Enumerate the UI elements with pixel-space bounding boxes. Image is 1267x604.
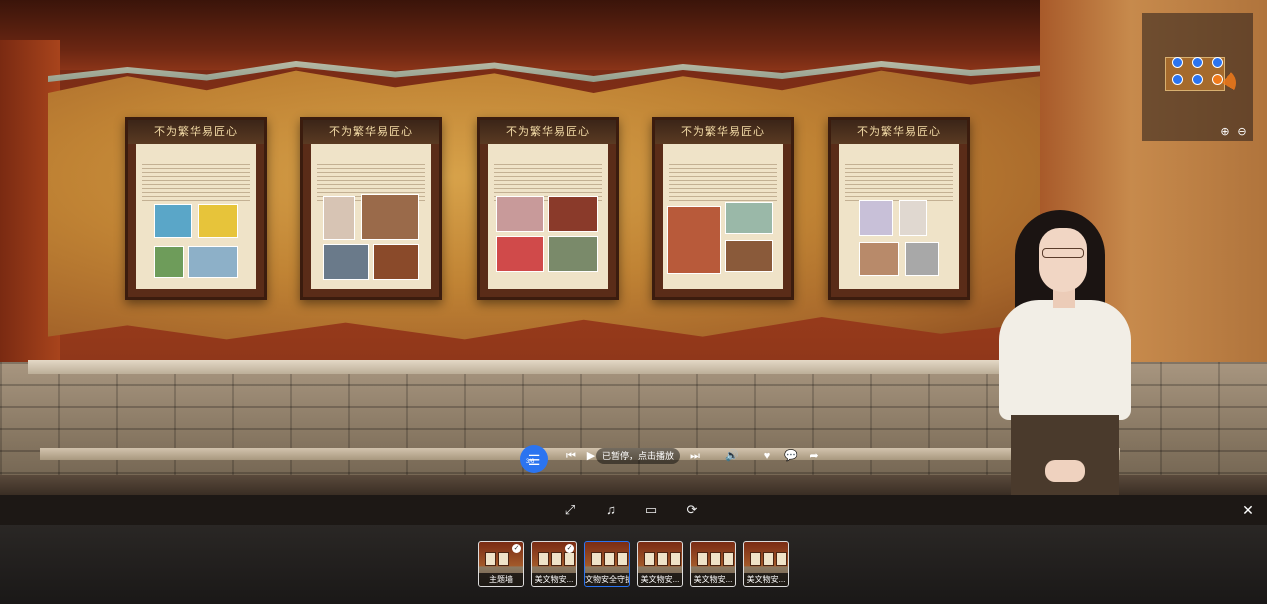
scene-thumbnail[interactable]: ✓ 美文物安...	[531, 541, 577, 587]
poster-photo	[154, 204, 192, 238]
scene-thumbnail-current[interactable]: 文物安全守护	[584, 541, 630, 587]
minimap-hotspot[interactable]	[1212, 57, 1223, 68]
minimap-hotspot[interactable]	[1192, 57, 1203, 68]
poster-paper	[311, 144, 431, 289]
skip-next-icon[interactable]: ⏭	[688, 445, 702, 467]
poster-photo	[859, 242, 899, 276]
panorama-scene[interactable]: 不为繁华易匠心 不为繁华易匠心 不为繁华易匠心 不为繁华易匠心 不为繁华易匠心 …	[0, 0, 1267, 495]
gyroscope-icon[interactable]: ⟳	[683, 501, 701, 519]
glasses	[1042, 248, 1084, 258]
stone-ledge	[28, 360, 1118, 374]
poster-paper	[839, 144, 959, 289]
poster-photo	[323, 196, 355, 240]
scene-thumbnail[interactable]: 美文物安...	[690, 541, 736, 587]
music-icon[interactable]: ♫	[602, 501, 620, 519]
scene-thumbnail[interactable]: ✓ 主题墙	[478, 541, 524, 587]
poster-photo	[859, 200, 893, 236]
exhibit-poster-1[interactable]: 不为繁华易匠心	[125, 117, 267, 300]
scene-thumbnail[interactable]: 美文物安...	[743, 541, 789, 587]
player-controls: ☰ 3/6 ⏮ ▶ 已暂停，点击播放 ⏭ 🔊 ♥ 💬 ➦	[520, 445, 830, 473]
poster-paper	[488, 144, 608, 289]
poster-photo	[548, 196, 598, 232]
poster-photo	[188, 246, 238, 278]
playback-status[interactable]: 已暂停，点击播放	[596, 448, 681, 464]
thumbnail-label: 文物安全守护	[585, 573, 629, 586]
thumbnail-label: 美文物安...	[691, 573, 735, 586]
minimap-hotspot[interactable]	[1172, 74, 1183, 85]
fullscreen-icon[interactable]: ⤢	[561, 501, 579, 519]
exhibit-poster-2[interactable]: 不为繁华易匠心	[300, 117, 442, 300]
poster-photo	[373, 244, 419, 280]
heart-icon[interactable]: ♥	[760, 445, 774, 467]
zoom-out-icon[interactable]: ⊖	[1235, 125, 1249, 139]
poster-photo	[154, 246, 184, 278]
visited-check-icon: ✓	[512, 544, 521, 553]
minimap-hotspot[interactable]	[1192, 74, 1203, 85]
scene-counter: 3/6	[526, 459, 535, 465]
poster-title: 不为繁华易匠心	[480, 120, 616, 144]
poster-photo	[323, 244, 369, 280]
minimap[interactable]: ⊕ ⊖	[1142, 13, 1253, 141]
poster-title: 不为繁华易匠心	[128, 120, 264, 144]
poster-photo	[496, 196, 544, 232]
share-icon[interactable]: ➦	[807, 445, 821, 467]
volume-icon[interactable]: 🔊	[724, 445, 740, 467]
comment-icon[interactable]: 💬	[784, 445, 798, 467]
skip-previous-icon[interactable]: ⏮	[564, 445, 578, 467]
poster-photo	[905, 242, 939, 276]
scene-thumbnail[interactable]: 美文物安...	[637, 541, 683, 587]
play-icon[interactable]: ▶	[586, 445, 596, 467]
visited-check-icon: ✓	[565, 544, 574, 553]
minimap-hotspot[interactable]	[1172, 57, 1183, 68]
poster-photo	[548, 236, 598, 272]
poster-photo	[725, 202, 773, 234]
poster-photo	[496, 236, 544, 272]
poster-photo	[198, 204, 238, 238]
list-icon[interactable]: ☰ 3/6	[520, 445, 548, 473]
thumbnail-label: 美文物安...	[638, 573, 682, 586]
poster-paper	[663, 144, 783, 289]
poster-title: 不为繁华易匠心	[655, 120, 791, 144]
close-icon[interactable]: ✕	[1239, 501, 1257, 519]
virtual-guide-avatar	[995, 210, 1137, 495]
view-toolbar: ⤢ ♫ ▭ ⟳ ✕	[0, 495, 1267, 525]
poster-photo	[361, 194, 419, 240]
thumbnail-label: 美文物安...	[532, 573, 576, 586]
poster-paper	[136, 144, 256, 289]
exhibit-poster-4[interactable]: 不为繁华易匠心	[652, 117, 794, 300]
zoom-in-icon[interactable]: ⊕	[1218, 125, 1232, 139]
thumbnail-label: 主题墙	[479, 573, 523, 586]
scene-thumbnail-bar: ✓ 主题墙 ✓ 美文物安... 文物安全守护 美文物安... 美文物安... 美…	[0, 525, 1267, 604]
minimap-current-position[interactable]	[1212, 74, 1223, 85]
view-direction-cone	[1208, 69, 1236, 97]
poster-title: 不为繁华易匠心	[303, 120, 439, 144]
poster-title: 不为繁华易匠心	[831, 120, 967, 144]
exhibit-poster-5[interactable]: 不为繁华易匠心	[828, 117, 970, 300]
thumbnail-label: 美文物安...	[744, 573, 788, 586]
vr-glasses-icon[interactable]: ▭	[642, 501, 660, 519]
poster-photo	[667, 206, 721, 274]
poster-photo	[725, 240, 773, 272]
poster-photo	[899, 200, 927, 236]
exhibit-poster-3[interactable]: 不为繁华易匠心	[477, 117, 619, 300]
